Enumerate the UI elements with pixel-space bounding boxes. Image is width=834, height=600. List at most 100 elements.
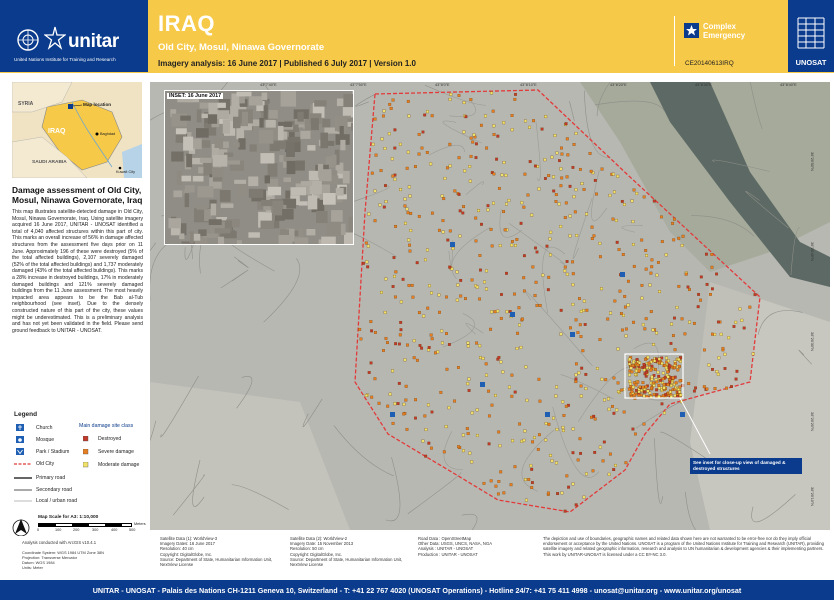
- damage-site: [409, 212, 413, 215]
- damage-site: [396, 402, 400, 406]
- damage-site: [392, 256, 396, 260]
- damage-site: [373, 189, 377, 193]
- inset-building: [199, 102, 209, 109]
- damage-site: [640, 296, 644, 300]
- damage-site: [364, 394, 368, 397]
- damage-site: [411, 295, 415, 299]
- damage-site: [650, 375, 654, 379]
- destroyed-swatch: [83, 436, 89, 442]
- damage-site: [470, 278, 474, 282]
- damage-site: [680, 244, 684, 247]
- damage-site: [399, 188, 403, 192]
- damage-site: [657, 386, 661, 390]
- damage-site: [530, 213, 534, 217]
- damage-site: [616, 381, 620, 385]
- damage-site: [628, 379, 632, 383]
- road-analysis-data: Road Data : OpenStreetMap Other Data: US…: [418, 536, 538, 557]
- damage-site: [378, 203, 382, 207]
- damage-site: [621, 253, 625, 256]
- damage-site: [498, 444, 502, 448]
- inset-building: [184, 185, 195, 193]
- legend-destroyed: Destroyed: [98, 436, 122, 442]
- damage-site: [651, 328, 655, 332]
- damage-site: [407, 114, 411, 118]
- inset-building: [233, 142, 240, 148]
- damage-site: [611, 404, 614, 408]
- damage-site: [537, 433, 541, 437]
- report-title: Damage assessment of Old City, Mosul, Ni…: [12, 185, 143, 205]
- damage-site: [688, 320, 692, 324]
- damage-site: [447, 406, 451, 410]
- damage-site: [730, 385, 733, 389]
- inset-building: [248, 176, 259, 187]
- damage-site: [571, 427, 575, 431]
- damage-site: [369, 320, 373, 324]
- damage-site: [496, 492, 500, 496]
- damage-site: [713, 387, 717, 391]
- damage-site: [668, 364, 672, 368]
- damage-site: [683, 332, 687, 336]
- damage-site: [648, 283, 652, 287]
- map-subtitle: Old City, Mosul, Ninawa Governorate: [158, 42, 325, 53]
- damage-site: [666, 383, 670, 387]
- damage-site: [676, 368, 680, 372]
- damage-site: [600, 287, 604, 291]
- damage-site: [615, 240, 619, 244]
- damage-site: [582, 188, 586, 191]
- damage-site: [408, 194, 412, 198]
- damage-site: [428, 284, 431, 288]
- damage-site: [715, 370, 719, 374]
- damage-site: [415, 358, 419, 362]
- inset-building: [285, 190, 291, 199]
- lon-label: 43°8'20"E: [610, 83, 627, 87]
- damage-site: [670, 322, 674, 326]
- damage-site: [650, 258, 654, 262]
- damage-site: [579, 394, 583, 398]
- damage-site: [438, 310, 441, 314]
- damage-site: [628, 362, 631, 366]
- damage-site: [632, 320, 636, 324]
- damage-site: [564, 201, 568, 205]
- lat-label: 36°20'10"N: [810, 487, 814, 507]
- inset-building: [169, 243, 177, 244]
- inset-building: [268, 110, 278, 119]
- damage-site: [723, 367, 727, 370]
- damage-site: [604, 378, 608, 382]
- damage-site: [490, 244, 494, 248]
- damage-site: [459, 294, 463, 298]
- damage-site: [573, 210, 577, 214]
- damage-site: [515, 347, 519, 350]
- damage-site: [461, 433, 465, 437]
- damage-site: [402, 402, 406, 406]
- damage-site: [522, 205, 526, 209]
- damage-site: [602, 440, 606, 444]
- satellite-data-1: Satellite Data (1): WorldView-3 Imagery …: [160, 536, 285, 567]
- damage-site: [485, 269, 488, 273]
- damage-site: [500, 173, 504, 177]
- damage-site: [669, 384, 673, 388]
- damage-site: [550, 459, 554, 463]
- lat-label: 36°20'30"N: [810, 332, 814, 352]
- inset-building: [294, 237, 309, 244]
- inset-building: [351, 122, 353, 131]
- inset-building: [218, 236, 225, 244]
- damage-site: [517, 306, 521, 310]
- damage-site: [666, 375, 670, 379]
- damage-site: [448, 142, 452, 146]
- damage-site: [499, 316, 503, 320]
- lon-label: 43°7'40"E: [260, 83, 277, 87]
- damage-site: [475, 408, 479, 412]
- damage-site: [534, 246, 537, 250]
- location-label-baghdad: Baghdad: [100, 132, 116, 136]
- damage-site: [711, 367, 714, 371]
- damage-site: [474, 142, 478, 146]
- damage-site: [555, 385, 559, 389]
- inset-building: [203, 162, 214, 176]
- damage-site: [549, 230, 553, 234]
- inset-building: [249, 144, 257, 152]
- damage-site: [404, 221, 407, 225]
- damage-site: [502, 121, 506, 125]
- inset-imagery-graphic: [165, 91, 353, 244]
- damage-site: [383, 310, 387, 314]
- damage-site: [677, 358, 681, 362]
